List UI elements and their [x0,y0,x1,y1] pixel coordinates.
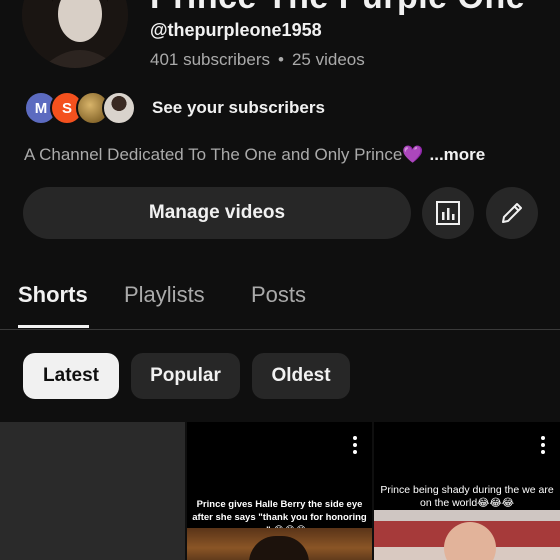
channel-stats: 401 subscribers • 25 videos [150,50,365,70]
more-options-icon[interactable] [540,436,546,454]
channel-tabs: Shorts Playlists Posts [0,270,560,330]
purple-heart-emoji: 💜 [402,145,424,164]
see-subscribers-label: See your subscribers [152,98,325,117]
channel-handle: @thepurpleone1958 [150,20,322,40]
short-image [374,510,560,560]
separator-dot: • [278,50,284,69]
tab-posts[interactable]: Posts [251,282,306,308]
short-thumbnail[interactable]: Prince being shady during the we are on … [374,422,560,560]
channel-description[interactable]: A Channel Dedicated To The One and Only … [24,145,485,165]
short-image [187,528,372,560]
short-caption: Prince being shady during the we are on … [380,484,554,509]
active-tab-indicator [18,325,89,328]
analytics-button[interactable] [422,187,474,239]
channel-avatar-image [22,0,128,68]
channel-name: Prince The Purple One [150,0,525,17]
analytics-icon [436,201,460,225]
manage-videos-button[interactable]: Manage videos [23,187,411,239]
filter-popular-chip[interactable]: Popular [131,353,240,399]
description-text: A Channel Dedicated To The One and Only … [24,145,403,164]
short-thumbnail[interactable]: Prince gives Halle Berry the side eye af… [187,422,372,560]
channel-avatar[interactable] [22,0,128,68]
subscriber-avatar [102,91,136,125]
more-link[interactable]: ...more [430,145,486,164]
see-subscribers-row[interactable]: M S See your subscribers [24,90,325,126]
pencil-icon [502,203,522,223]
filter-latest-chip[interactable]: Latest [23,353,119,399]
filter-oldest-chip[interactable]: Oldest [252,353,350,399]
video-count: 25 videos [291,50,365,69]
tab-shorts[interactable]: Shorts [18,282,88,308]
tab-playlists[interactable]: Playlists [124,282,205,308]
more-options-icon[interactable] [352,436,358,454]
short-thumbnail[interactable] [0,422,185,560]
subscriber-count: 401 subscribers [150,50,271,69]
edit-channel-button[interactable] [486,187,538,239]
